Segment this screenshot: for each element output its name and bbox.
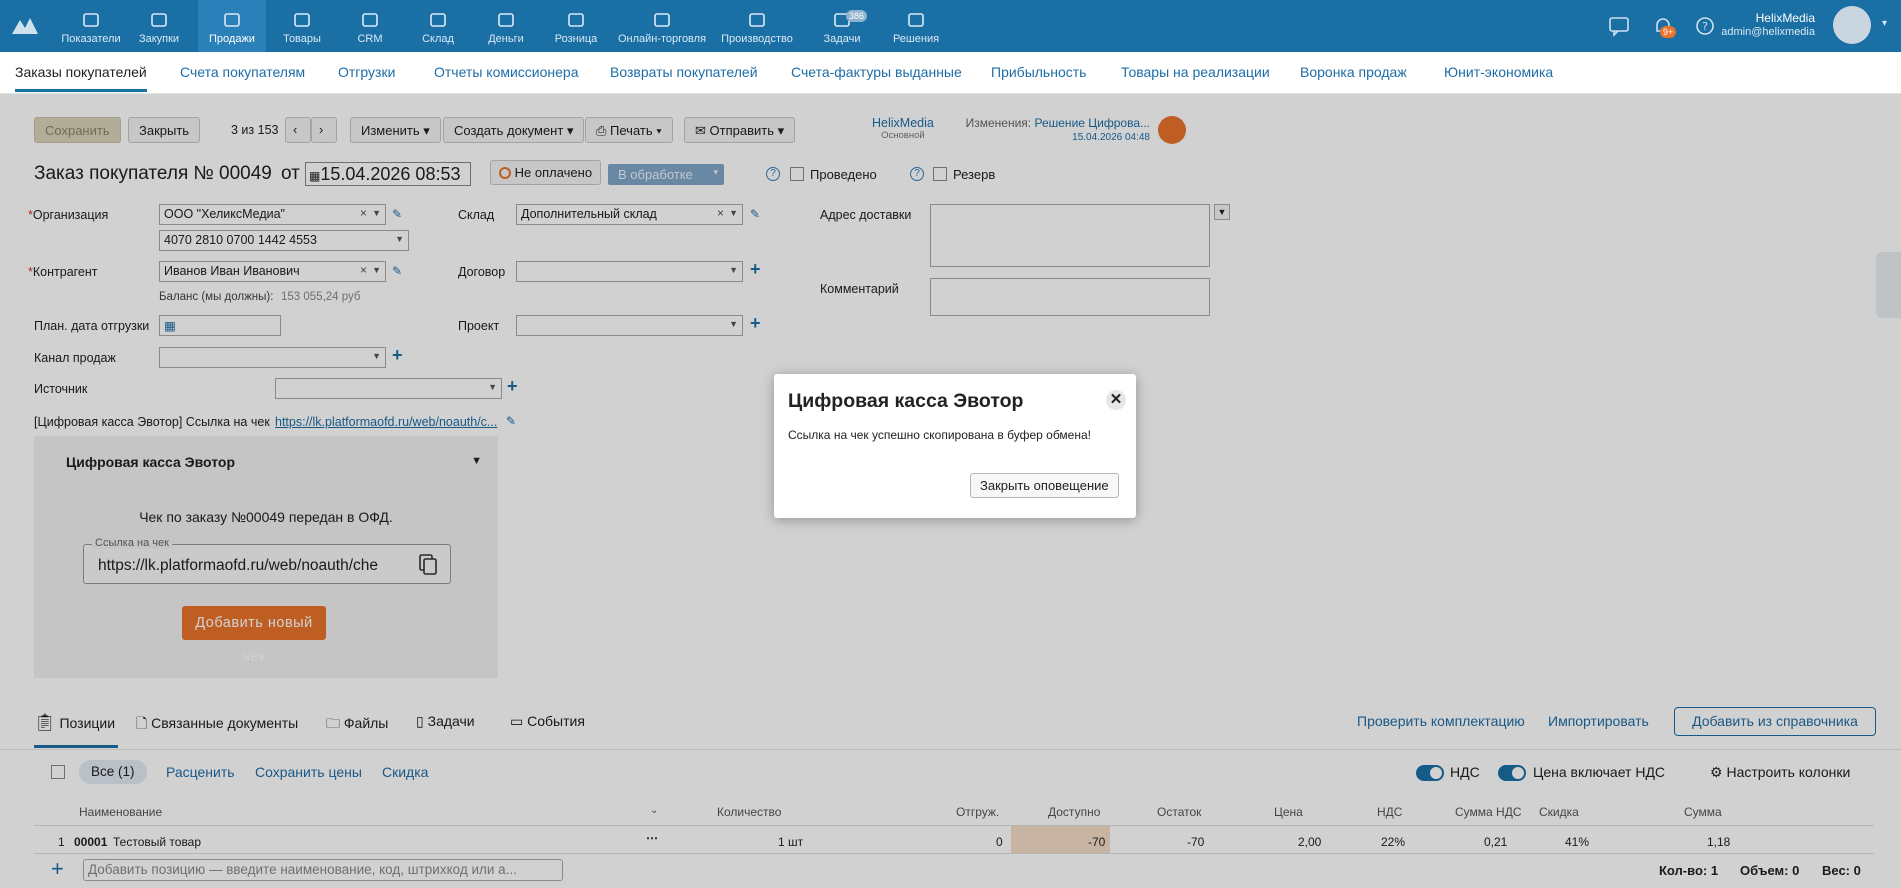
subnav-tab-5[interactable]: Счета-фактуры выданные [791, 64, 962, 80]
subnav-tab-1[interactable]: Счета покупателям [180, 64, 305, 80]
bag-icon [222, 10, 242, 30]
nav-item-label: Розница [554, 33, 598, 45]
user-name: HelixMedia [1755, 11, 1815, 25]
nav-item-label: Показатели [61, 33, 121, 45]
user-info[interactable]: HelixMedia admin@helixmedia [1721, 11, 1815, 39]
factory-icon [747, 10, 767, 30]
nav-item-1[interactable]: Закупки [125, 0, 193, 52]
user-email: admin@helixmedia [1721, 26, 1815, 38]
close-icon[interactable]: ✕ [1106, 390, 1126, 410]
nav-item-label: Склад [422, 33, 454, 45]
people-icon [360, 10, 380, 30]
dialog-message: Ссылка на чек успешно скопирована в буфе… [788, 428, 1091, 442]
box-icon [428, 10, 448, 30]
subnav-tab-8[interactable]: Воронка продаж [1300, 64, 1407, 80]
dialog-title: Цифровая касса Эвотор [788, 390, 1024, 412]
nav-item-label: Задачи [823, 33, 861, 45]
chevron-down-icon[interactable]: ▾ [1882, 18, 1887, 29]
help-icon[interactable]: ? [1694, 14, 1716, 38]
nav-item-label: Товары [283, 33, 321, 45]
chart-icon [81, 10, 101, 30]
nav-item-4[interactable]: CRM [336, 0, 404, 52]
nav-item-label: Закупки [138, 33, 180, 45]
nav-item-label: CRM [357, 33, 383, 45]
svg-text:?: ? [1702, 20, 1708, 33]
nav-item-0[interactable]: Показатели [57, 0, 125, 52]
apps-icon [906, 10, 926, 30]
basket-icon [149, 10, 169, 30]
nav-item-5[interactable]: Склад [404, 0, 472, 52]
subnav-tab-0[interactable]: Заказы покупателей [15, 64, 147, 92]
subnav-tab-9[interactable]: Юнит-экономика [1444, 64, 1553, 80]
nav-item-8[interactable]: Онлайн-торговля [614, 0, 710, 52]
nav-item-7[interactable]: Розница [542, 0, 610, 52]
notification-badge: 9+ [1660, 26, 1677, 38]
top-nav-bar: Показатели Закупки Продажи Товары CRM Склад Де… [0, 0, 1901, 52]
nav-item-label: Онлайн-торговля [617, 33, 707, 45]
subnav-tab-4[interactable]: Возвраты покупателей [610, 64, 758, 80]
subnav-tab-3[interactable]: Отчеты комиссионера [434, 64, 579, 80]
subnav-tab-2[interactable]: Отгрузки [338, 64, 395, 80]
subnav-tab-7[interactable]: Товары на реализации [1121, 64, 1270, 80]
nav-item-11[interactable]: Решения [882, 0, 950, 52]
online-store-icon [652, 10, 672, 30]
nav-item-9[interactable]: Производство [714, 0, 800, 52]
app-logo-icon[interactable] [10, 12, 40, 38]
close-notification-button[interactable]: Закрыть оповещение [970, 473, 1119, 498]
section-tabs: Заказы покупателей Счета покупателям Отгру… [0, 52, 1901, 94]
store-icon [566, 10, 586, 30]
nav-item-label: Продажи [209, 33, 255, 45]
nav-item-6[interactable]: Деньги [472, 0, 540, 52]
chat-icon[interactable] [1608, 14, 1630, 38]
tasks-badge: 386 [846, 10, 868, 22]
nav-item-label: Производство [721, 33, 793, 45]
nav-item-10[interactable]: Задачи 386 [808, 0, 876, 52]
notification-dialog: Цифровая касса Эвотор ✕ Ссылка на чек ус… [774, 374, 1136, 518]
nav-item-label: Деньги [488, 33, 524, 45]
subnav-tab-6[interactable]: Прибыльность [991, 64, 1086, 80]
wallet-icon [496, 10, 516, 30]
nav-item-label: Решения [892, 33, 940, 45]
avatar[interactable] [1833, 6, 1871, 44]
cart-icon [292, 10, 312, 30]
nav-item-3[interactable]: Товары [268, 0, 336, 52]
nav-item-2[interactable]: Продажи [198, 0, 266, 52]
